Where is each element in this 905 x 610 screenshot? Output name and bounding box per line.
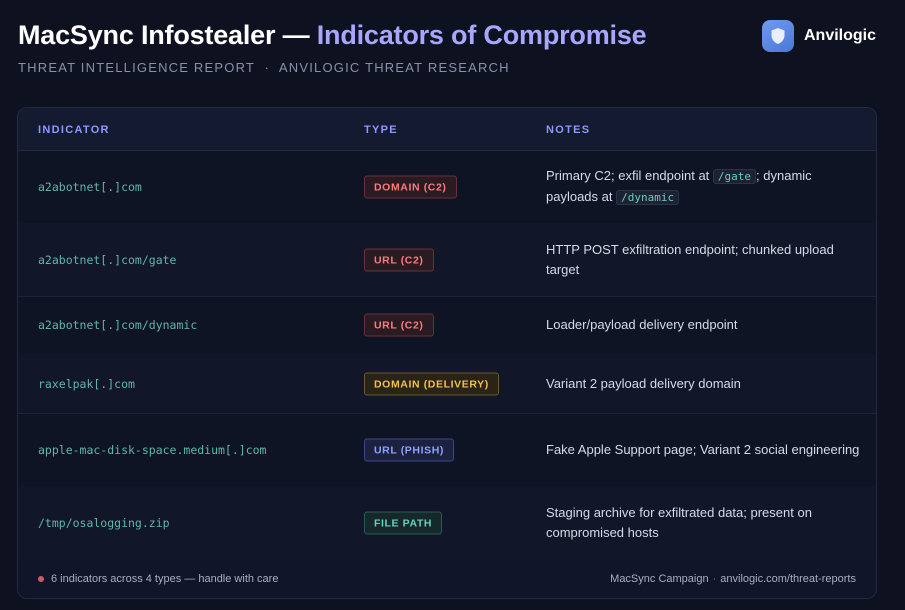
table-row: /tmp/osalogging.zip FILE PATH Staging ar…	[18, 486, 876, 561]
inline-code: /gate	[712, 168, 757, 184]
notes-text: Staging archive for exfiltrated data; pr…	[546, 505, 812, 540]
report-link[interactable]: anvilogic.com/threat-reports	[720, 573, 856, 585]
column-header-indicator: INDICATOR	[38, 124, 110, 136]
table-row: a2abotnet[.]com/gate URL (C2) HTTP POST …	[18, 223, 876, 297]
inline-code: /dynamic	[616, 189, 680, 205]
indicator-value: a2abotnet[.]com/dynamic	[38, 318, 198, 332]
page-subtitle: THREAT INTELLIGENCE REPORT · ANVILOGIC T…	[18, 60, 510, 75]
footer-summary: 6 indicators across 4 types — handle wit…	[38, 573, 278, 585]
indicator-value: raxelpak[.]com	[38, 376, 135, 391]
notes-text: Primary C2; exfil endpoint at /gate; dyn…	[546, 166, 861, 208]
notes-text: HTTP POST exfiltration endpoint; chunked…	[546, 241, 834, 277]
type-badge: URL (PHISH)	[364, 438, 454, 461]
brand: Anvilogic	[761, 20, 876, 52]
type-badge: DOMAIN (C2)	[364, 175, 457, 198]
report-header: MacSync Infostealer — Indicators of Comp…	[18, 18, 888, 78]
table-footer: 6 indicators across 4 types — handle wit…	[18, 560, 876, 598]
title-main: MacSync Infostealer —	[18, 20, 317, 50]
notes-segment: Primary C2; exfil endpoint at	[546, 167, 713, 183]
indicator-value: /tmp/osalogging.zip	[38, 516, 170, 530]
status-dot-icon	[38, 576, 44, 582]
indicator-value: apple-mac-disk-space.medium[.]com	[38, 442, 267, 457]
type-badge: URL (C2)	[364, 248, 434, 271]
table-row: a2abotnet[.]com DOMAIN (C2) Primary C2; …	[18, 150, 876, 224]
notes-text: Fake Apple Support page; Variant 2 socia…	[546, 441, 860, 457]
title-accent: Indicators of Compromise	[316, 20, 647, 50]
footer-meta: MacSync Campaign · anvilogic.com/threat-re…	[610, 573, 856, 585]
table-header: INDICATOR TYPE NOTES	[18, 108, 876, 151]
indicator-value: a2abotnet[.]com/gate	[38, 252, 177, 267]
page-title: MacSync Infostealer — Indicators of Comp…	[18, 20, 647, 51]
brand-name: Anvilogic	[803, 27, 876, 44]
separator: ·	[712, 573, 717, 585]
campaign-name: MacSync Campaign	[610, 573, 709, 585]
shield-icon	[761, 20, 794, 52]
ioc-table-card: INDICATOR TYPE NOTES a2abotnet[.]com DOM…	[17, 107, 877, 599]
type-badge: DOMAIN (DELIVERY)	[364, 372, 499, 395]
table-row: raxelpak[.]com DOMAIN (DELIVERY) Variant…	[18, 354, 876, 414]
type-badge: FILE PATH	[364, 511, 443, 535]
notes-text: Loader/payload delivery endpoint	[546, 317, 738, 332]
column-header-type: TYPE	[364, 124, 398, 136]
type-badge: URL (C2)	[364, 313, 434, 337]
table-row: apple-mac-disk-space.medium[.]com URL (P…	[18, 413, 876, 487]
indicator-value: a2abotnet[.]com	[38, 179, 142, 194]
table-row: a2abotnet[.]com/dynamic URL (C2) Loader/…	[18, 296, 876, 355]
notes-text: Variant 2 payload delivery domain	[546, 375, 741, 391]
column-header-notes: NOTES	[546, 124, 591, 136]
summary-text: 6 indicators across 4 types — handle wit…	[51, 573, 279, 585]
